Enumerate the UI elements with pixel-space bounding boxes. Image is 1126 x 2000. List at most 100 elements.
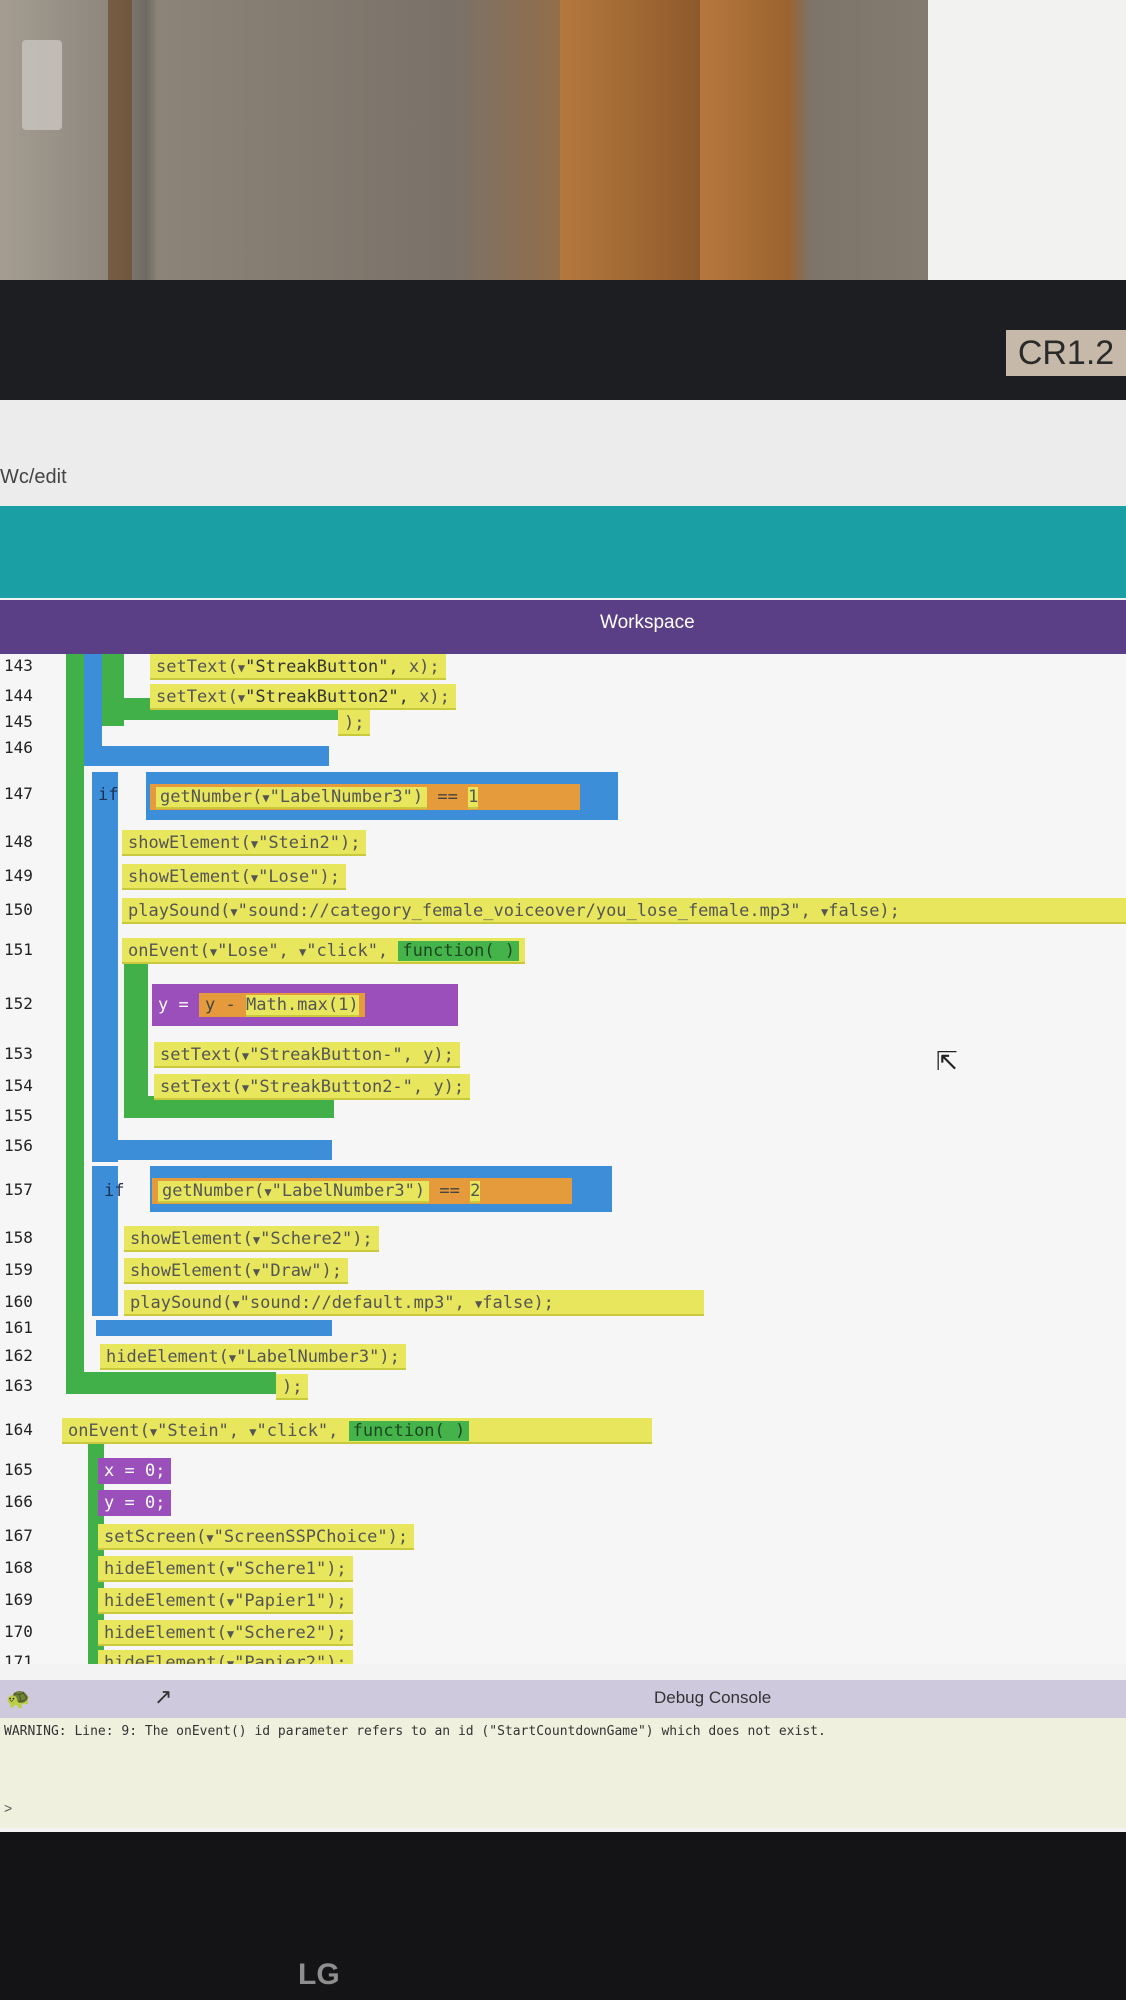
block-function-name: setText — [160, 1077, 232, 1097]
dropdown-arrow-icon[interactable]: ▼ — [262, 791, 269, 805]
assignment-block[interactable]: x = 0; — [98, 1458, 172, 1484]
settext-block[interactable]: setText(▼"StreakButton", x); — [150, 654, 446, 680]
block-variable[interactable]: y — [433, 1077, 443, 1097]
variable-lhs[interactable]: y — [158, 995, 168, 1015]
block-function-name: onEvent — [68, 1421, 140, 1441]
assignment-block[interactable]: y = y - Math.max(1) — [152, 984, 458, 1026]
number-value[interactable]: 2 — [470, 1181, 481, 1203]
line-number: 169 — [4, 1590, 33, 1609]
block-string-arg[interactable]: "Stein", — [157, 1421, 239, 1441]
line-number: 162 — [4, 1346, 33, 1365]
block-variable[interactable]: x — [409, 657, 419, 677]
dropdown-arrow-icon[interactable]: ▼ — [227, 1595, 234, 1609]
hideelement-block[interactable]: hideElement(▼"Papier2"); — [98, 1650, 353, 1664]
number-value[interactable]: 1 — [338, 995, 348, 1015]
block-string-arg[interactable]: "StreakButton-", — [249, 1045, 413, 1065]
getnumber-block[interactable]: getNumber(▼"LabelNumber3") — [158, 1181, 430, 1203]
block-variable[interactable]: y — [104, 1493, 114, 1513]
assignment-block[interactable]: y = 0; — [98, 1490, 172, 1516]
settext-block[interactable]: setText(▼"StreakButton-", y); — [154, 1042, 460, 1068]
operator[interactable]: == — [439, 1181, 459, 1201]
block-string-arg[interactable]: "StreakButton", — [245, 657, 399, 677]
dropdown-arrow-icon[interactable]: ▼ — [253, 1265, 260, 1279]
block-string-arg[interactable]: "LabelNumber3") — [272, 1181, 426, 1201]
block-string-arg[interactable]: "Lose", — [217, 941, 289, 961]
onevent-block[interactable]: onEvent(▼"Stein", ▼"click", function( ) — [62, 1418, 652, 1444]
block-boolean-arg[interactable]: false); — [828, 901, 900, 921]
function-block[interactable]: function( ) — [398, 941, 520, 961]
condition-block[interactable]: getNumber(▼"LabelNumber3") == 1 — [150, 784, 580, 810]
block-boolean-arg[interactable]: false); — [482, 1293, 554, 1313]
block-string-arg[interactable]: "StreakButton2-", — [249, 1077, 423, 1097]
playsound-block[interactable]: playSound(▼"sound://category_female_voic… — [122, 898, 1126, 924]
url-text[interactable]: Wc/edit — [0, 466, 67, 489]
block-string-arg[interactable]: "LabelNumber3"); — [236, 1347, 400, 1367]
assignment-value[interactable]: = 0; — [125, 1461, 166, 1481]
number-value[interactable]: 1 — [468, 787, 479, 809]
line-number: 163 — [4, 1376, 33, 1395]
dropdown-arrow-icon[interactable]: ▼ — [232, 1297, 239, 1311]
settext-block[interactable]: setText(▼"StreakButton2-", y); — [154, 1074, 471, 1100]
setscreen-block[interactable]: setScreen(▼"ScreenSSPChoice"); — [98, 1524, 415, 1550]
operator[interactable]: == — [437, 787, 457, 807]
hideelement-block[interactable]: hideElement(▼"Papier1"); — [98, 1588, 353, 1614]
dropdown-arrow-icon[interactable]: ▼ — [230, 905, 237, 919]
showelement-block[interactable]: showElement(▼"Lose"); — [122, 864, 346, 890]
block-string-arg[interactable]: "sound://default.mp3", — [240, 1293, 465, 1313]
block-string-arg[interactable]: "Schere2"); — [234, 1623, 347, 1643]
dropdown-arrow-icon[interactable]: ▼ — [253, 1233, 260, 1247]
dropdown-arrow-icon[interactable]: ▼ — [251, 871, 258, 885]
block-string-arg[interactable]: "LabelNumber3") — [270, 787, 424, 807]
block-variable[interactable]: x — [104, 1461, 114, 1481]
console-prompt[interactable]: > — [4, 1800, 12, 1816]
block-string-arg[interactable]: "click", — [306, 941, 388, 961]
run-speed-icon[interactable]: ↗ — [154, 1684, 172, 1710]
dropdown-arrow-icon[interactable]: ▼ — [264, 1185, 271, 1199]
hideelement-block[interactable]: hideElement(▼"LabelNumber3"); — [100, 1344, 406, 1370]
code-editor[interactable]: 143 144 145 146 147 148 149 150 151 152 … — [0, 654, 1126, 1664]
showelement-block[interactable]: showElement(▼"Schere2"); — [124, 1226, 379, 1252]
mouse-pointer-icon: ⇱ — [936, 1046, 958, 1076]
block-string-arg[interactable]: "Papier1"); — [234, 1591, 347, 1611]
dropdown-arrow-icon[interactable]: ▼ — [229, 1351, 236, 1365]
dropdown-arrow-icon[interactable]: ▼ — [227, 1657, 234, 1664]
turtle-icon[interactable]: 🐢 — [6, 1686, 31, 1711]
showelement-block[interactable]: showElement(▼"Stein2"); — [122, 830, 367, 856]
block-variable[interactable]: x — [419, 687, 429, 707]
block-string-arg[interactable]: "Papier2"); — [234, 1653, 347, 1664]
dropdown-arrow-icon[interactable]: ▼ — [206, 1531, 213, 1545]
showelement-block[interactable]: showElement(▼"Draw"); — [124, 1258, 348, 1284]
block-string-arg[interactable]: "ScreenSSPChoice"); — [214, 1527, 408, 1547]
block-variable[interactable]: y — [423, 1045, 433, 1065]
if-keyword: if — [98, 785, 119, 805]
getnumber-block[interactable]: getNumber(▼"LabelNumber3") — [156, 787, 428, 809]
block-function-name: hideElement — [106, 1347, 219, 1367]
assign-operator: = — [178, 995, 189, 1015]
variable-rhs[interactable]: y — [205, 995, 215, 1015]
dropdown-arrow-icon[interactable]: ▼ — [251, 837, 258, 851]
block-string-arg[interactable]: "Draw"); — [260, 1261, 342, 1281]
onevent-block[interactable]: onEvent(▼"Lose", ▼"click", function( ) — [122, 938, 526, 964]
block-string-arg[interactable]: "click", — [257, 1421, 339, 1441]
condition-block[interactable]: getNumber(▼"LabelNumber3") == 2 — [152, 1178, 572, 1204]
block-string-arg[interactable]: "Schere1"); — [234, 1559, 347, 1579]
math-max-block[interactable]: Math.max(1) — [246, 995, 359, 1017]
block-string-arg[interactable]: "sound://category_female_voiceover/you_l… — [238, 901, 811, 921]
playsound-block[interactable]: playSound(▼"sound://default.mp3", ▼false… — [124, 1290, 704, 1316]
hideelement-block[interactable]: hideElement(▼"Schere1"); — [98, 1556, 353, 1582]
block-string-arg[interactable]: "Schere2"); — [260, 1229, 373, 1249]
dropdown-arrow-icon[interactable]: ▼ — [227, 1563, 234, 1577]
block-string-arg[interactable]: "Stein2"); — [258, 833, 360, 853]
hideelement-block[interactable]: hideElement(▼"Schere2"); — [98, 1620, 353, 1646]
block-close-bar — [96, 1320, 332, 1336]
dropdown-arrow-icon[interactable]: ▼ — [227, 1627, 234, 1641]
block-close-bar — [92, 1140, 332, 1160]
assignment-value[interactable]: = 0; — [125, 1493, 166, 1513]
dropdown-arrow-icon[interactable]: ▼ — [249, 1425, 256, 1439]
settext-block[interactable]: setText(▼"StreakButton2", x); — [150, 684, 456, 710]
block-string-arg[interactable]: "StreakButton2", — [245, 687, 409, 707]
function-block[interactable]: function( ) — [348, 1421, 470, 1441]
block-string-arg[interactable]: "Lose"); — [258, 867, 340, 887]
subtraction-block[interactable]: y - Math.max(1) — [199, 993, 365, 1017]
block-function-name: showElement — [130, 1261, 243, 1281]
